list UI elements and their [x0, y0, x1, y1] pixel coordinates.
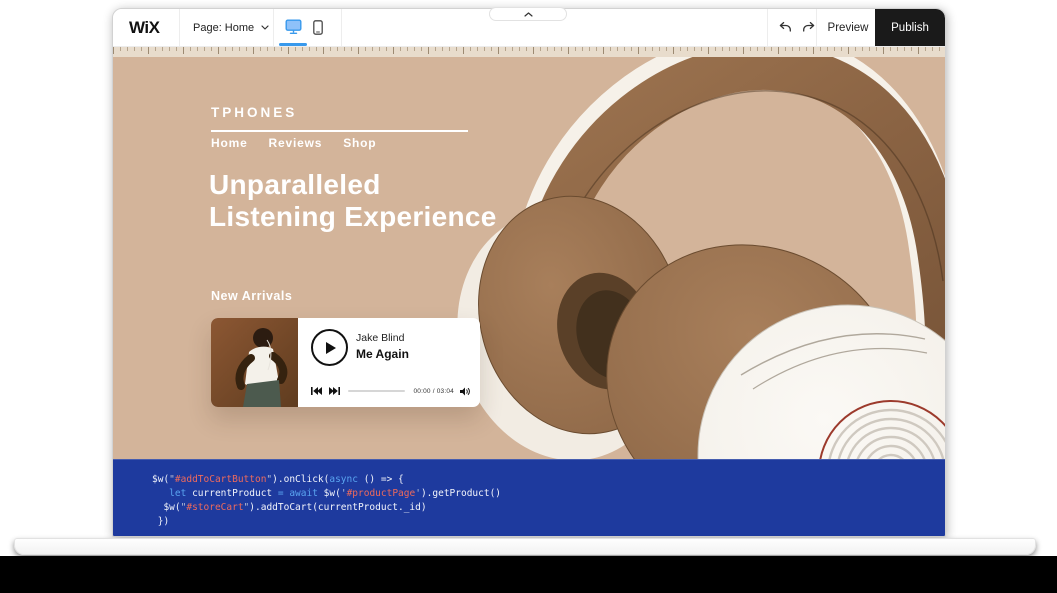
site-nav: Home Reviews Shop: [211, 136, 376, 150]
track-name: Me Again: [356, 347, 409, 361]
divider: [179, 9, 180, 46]
skip-forward-icon[interactable]: [329, 387, 340, 395]
player-cover-image: [211, 318, 298, 407]
code-editor-panel[interactable]: $w("#addToCartButton").onClick(async () …: [113, 459, 945, 537]
nav-shop[interactable]: Shop: [343, 136, 376, 150]
divider: [341, 9, 342, 46]
nav-reviews[interactable]: Reviews: [269, 136, 323, 150]
brand-underline: [211, 130, 468, 132]
editor-window: WiX Page: Home: [112, 8, 946, 537]
chevron-up-icon: [524, 12, 533, 17]
play-button[interactable]: [311, 329, 348, 366]
divider: [816, 9, 817, 46]
undo-icon[interactable]: [777, 20, 793, 34]
site-brand: TPHONES: [211, 105, 297, 120]
transport-controls: 00:00 / 03:04: [311, 385, 470, 397]
publish-button[interactable]: Publish: [875, 9, 945, 46]
collapse-tab[interactable]: [489, 7, 567, 21]
page-footer-band: [0, 556, 1057, 593]
desktop-view-icon[interactable]: [285, 19, 302, 35]
wix-logo[interactable]: WiX: [129, 18, 159, 38]
preview-button[interactable]: Preview: [819, 9, 877, 46]
nav-home[interactable]: Home: [211, 136, 248, 150]
track-meta: Jake Blind Me Again: [356, 332, 409, 361]
code-line[interactable]: $w("#addToCartButton").onClick(async () …: [152, 473, 945, 487]
divider: [273, 9, 274, 46]
selected-view-indicator: [279, 43, 307, 46]
ruler: [113, 47, 945, 57]
page-selector-label: Page: Home: [193, 22, 254, 34]
time-label: 00:00 / 03:04: [413, 388, 454, 395]
music-player-card[interactable]: Jake Blind Me Again: [211, 318, 480, 407]
redo-icon[interactable]: [801, 20, 817, 34]
hero-heading-line1: Unparalleled: [209, 169, 497, 201]
site-canvas: TPHONES Home Reviews Shop Unparalleled L…: [113, 57, 945, 459]
hero-heading: Unparalleled Listening Experience: [209, 169, 497, 233]
hero-heading-line2: Listening Experience: [209, 201, 497, 233]
code-line[interactable]: }): [152, 515, 945, 529]
chevron-down-icon: [261, 25, 269, 30]
new-arrivals-label: New Arrivals: [211, 289, 292, 303]
code-line[interactable]: let currentProduct = await $w('#productP…: [152, 487, 945, 501]
play-icon: [326, 342, 336, 354]
skip-back-icon[interactable]: [311, 387, 322, 395]
code-line[interactable]: $w("#storeCart").addToCart(currentProduc…: [152, 501, 945, 515]
volume-icon[interactable]: [460, 387, 470, 396]
track-artist: Jake Blind: [356, 332, 409, 344]
progress-bar[interactable]: [348, 390, 405, 392]
mobile-view-icon[interactable]: [313, 20, 323, 35]
code-lines: $w("#addToCartButton").onClick(async () …: [152, 473, 945, 529]
divider: [767, 9, 768, 46]
page: WiX Page: Home: [0, 0, 1057, 593]
page-selector[interactable]: Page: Home: [193, 9, 269, 46]
laptop-base: [14, 538, 1036, 555]
